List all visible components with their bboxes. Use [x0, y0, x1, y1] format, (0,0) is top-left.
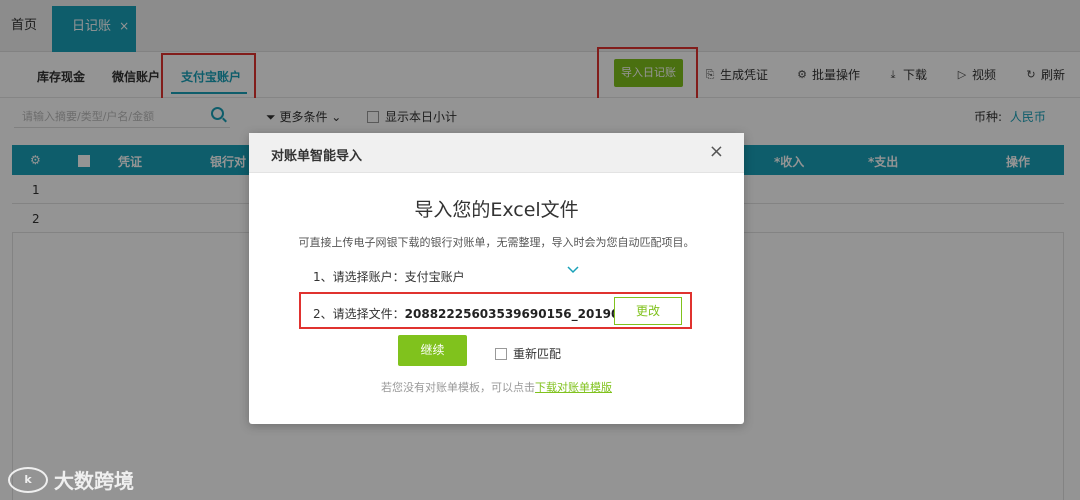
highlight-box-file-row	[299, 292, 692, 329]
account-label: 1、请选择账户：	[313, 270, 405, 284]
rematch-toggle[interactable]: 重新匹配	[495, 345, 561, 362]
dialog-footer: 若您没有对账单模板，可以点击下载对账单模版	[249, 379, 744, 395]
account-value[interactable]: 支付宝账户	[405, 270, 465, 284]
watermark: k 大数跨境	[8, 465, 134, 494]
continue-button[interactable]: 继续	[398, 335, 467, 366]
close-icon[interactable]: ×	[709, 142, 724, 162]
chevron-down-icon[interactable]	[567, 264, 579, 276]
download-template-link[interactable]: 下载对账单模版	[535, 381, 612, 394]
dialog-header: 对账单智能导入 ×	[249, 133, 744, 173]
watermark-logo: k	[8, 466, 48, 493]
rematch-checkbox[interactable]	[495, 347, 507, 360]
dialog-title: 对账单智能导入	[271, 149, 363, 164]
rematch-label: 重新匹配	[513, 347, 562, 361]
account-select-row[interactable]: 1、请选择账户：支付宝账户	[313, 268, 465, 285]
import-dialog: 对账单智能导入 × 导入您的Excel文件 可直接上传电子网银下载的银行对账单，…	[249, 133, 744, 424]
dialog-heading: 导入您的Excel文件	[414, 199, 579, 221]
dialog-description: 可直接上传电子网银下载的银行对账单，无需整理，导入时会为您自动匹配项目。	[298, 236, 695, 249]
watermark-text: 大数跨境	[54, 469, 134, 493]
footer-text: 若您没有对账单模板，可以点击	[381, 381, 535, 394]
